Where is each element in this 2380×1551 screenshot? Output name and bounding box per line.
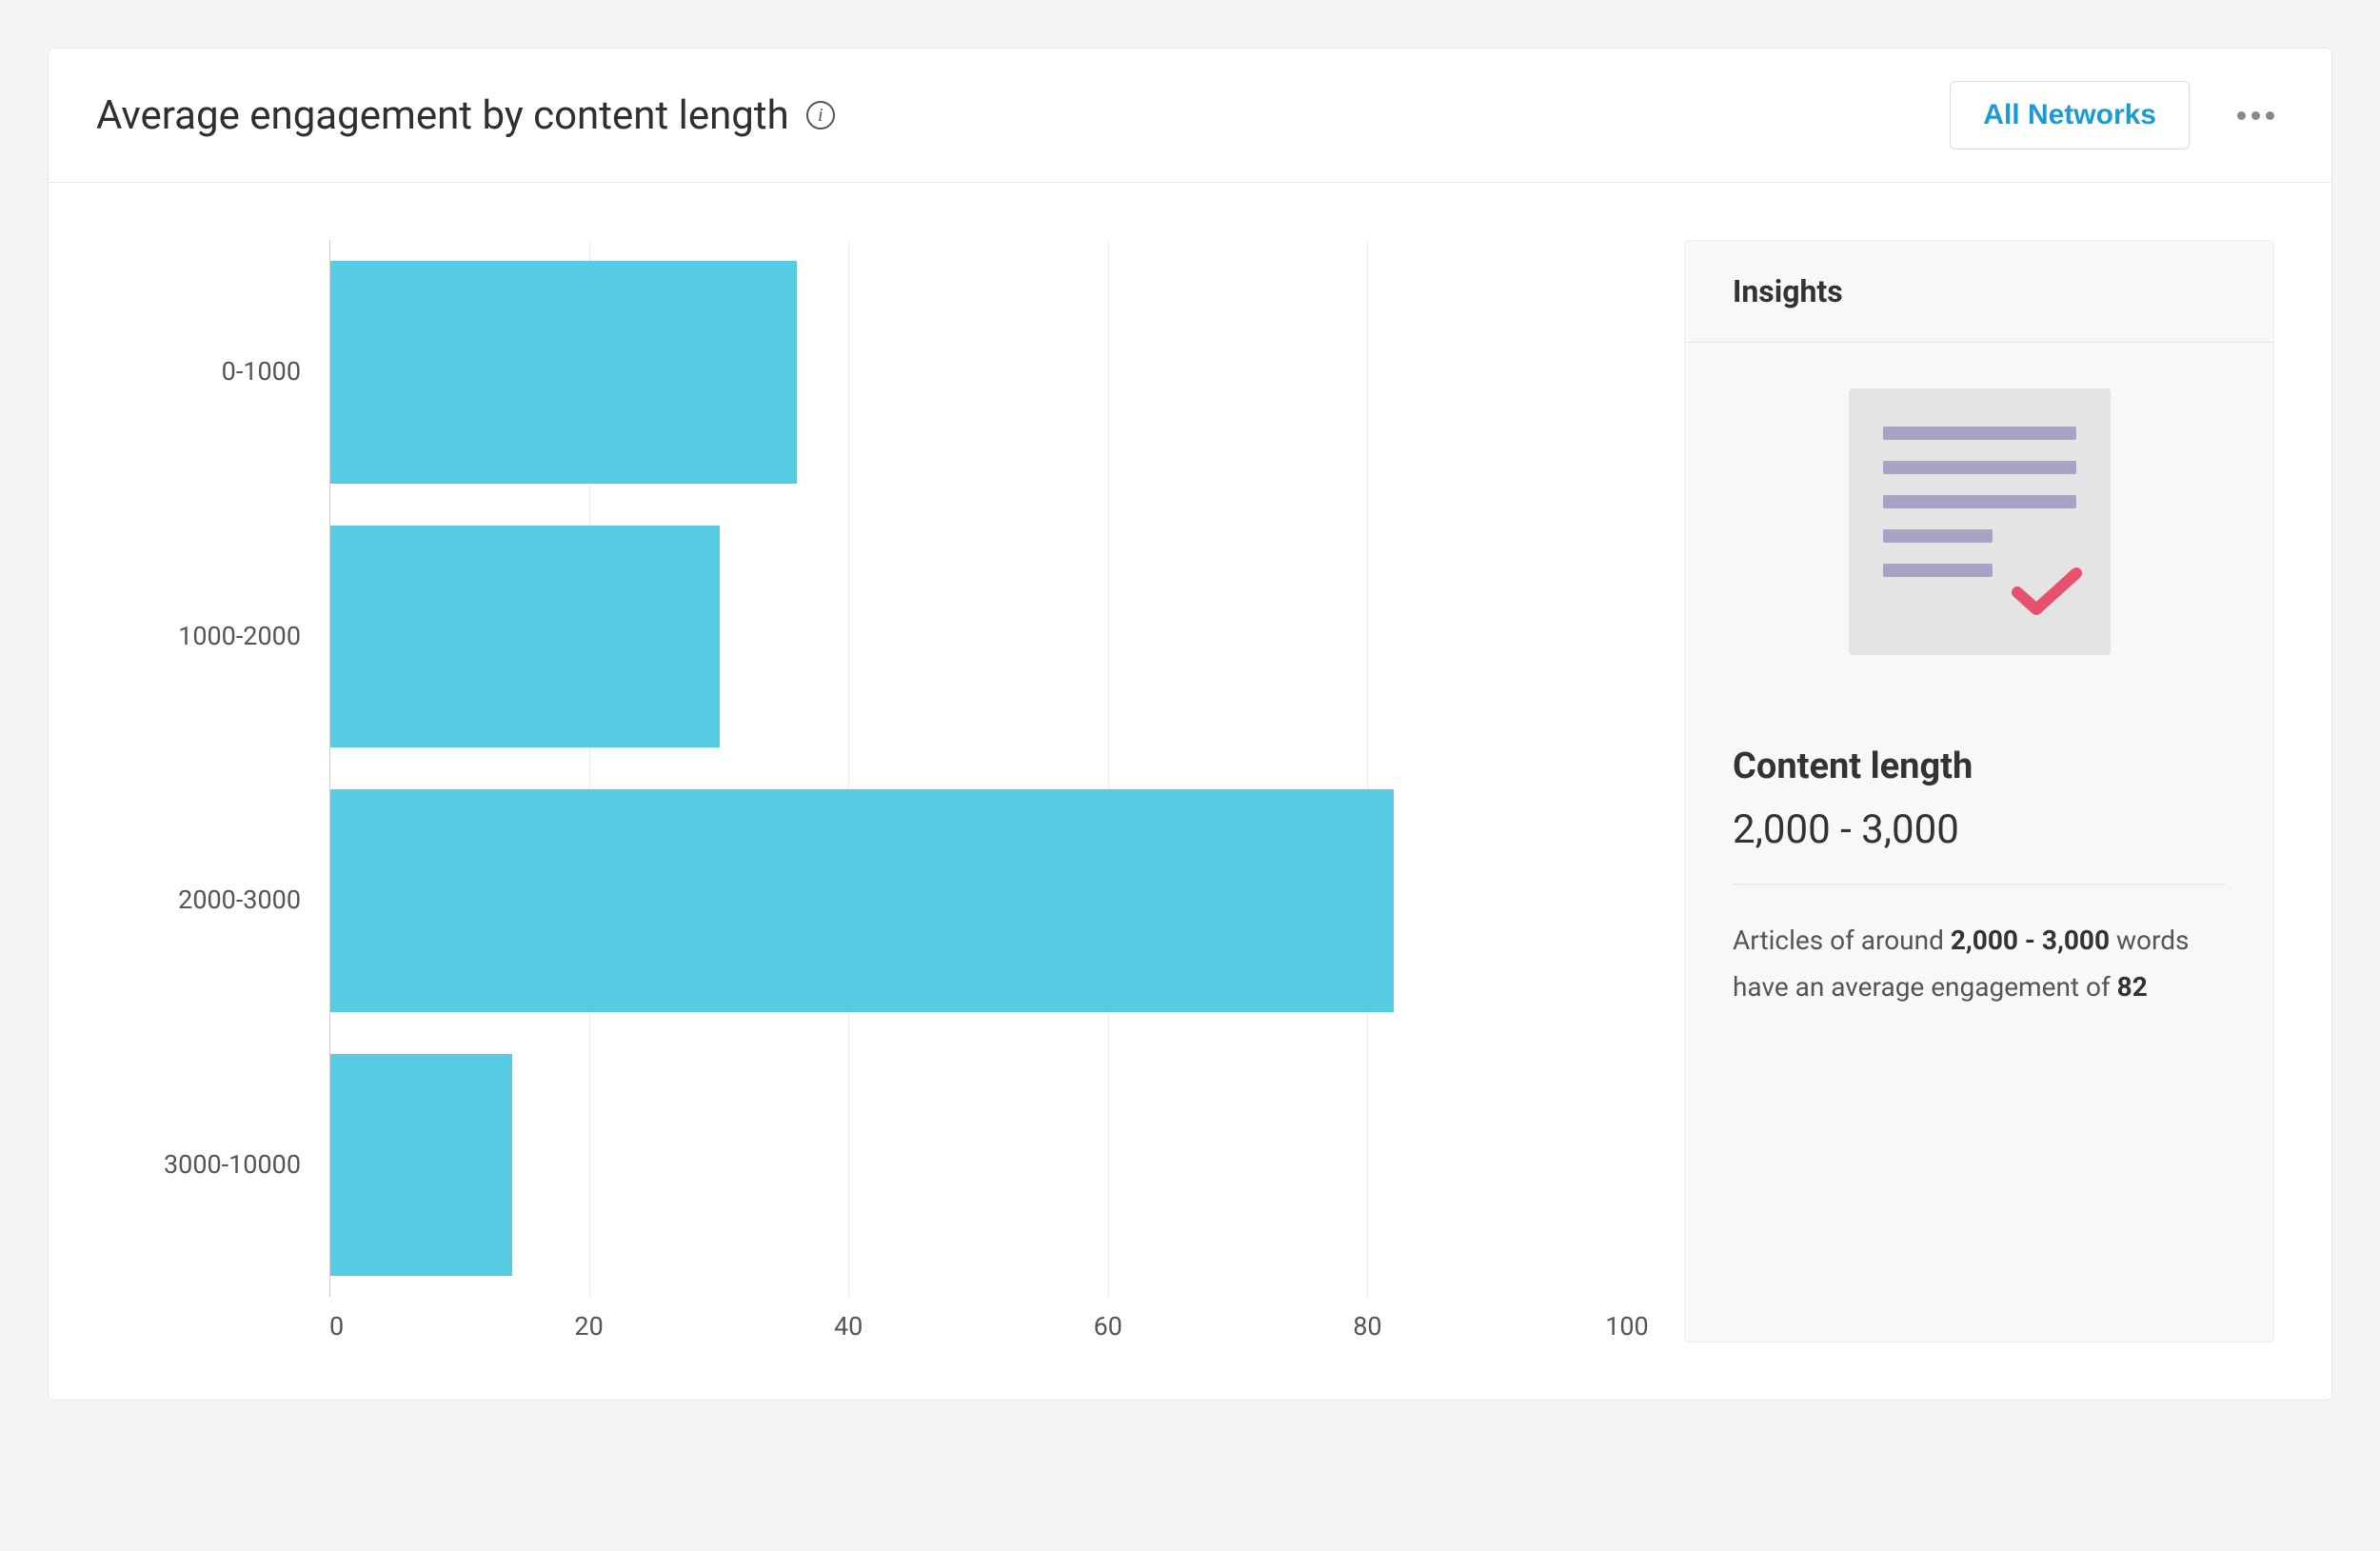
document-check-icon [1849,388,2111,655]
insights-description: Articles of around 2,000 - 3,000 words h… [1733,917,2226,1010]
chart-bar[interactable] [330,526,720,748]
chart-bar-row [330,1033,1627,1298]
x-axis-tick: 60 [1094,1314,1122,1340]
x-axis-tick: 20 [574,1314,603,1340]
chart-bar-row [330,505,1627,769]
bar-chart: 0-1000 1000-2000 2000-3000 3000-10000 [106,240,1627,1297]
engagement-card: Average engagement by content length i A… [48,48,2332,1401]
chart-bar[interactable] [330,1054,512,1277]
more-options-icon[interactable] [2228,102,2284,129]
chart-panel: 0-1000 1000-2000 2000-3000 3000-10000 [106,240,1627,1342]
chart-y-axis: 0-1000 1000-2000 2000-3000 3000-10000 [106,240,329,1297]
chart-plot-area [329,240,1627,1297]
y-axis-label: 3000-10000 [106,1033,301,1298]
card-header: Average engagement by content length i A… [49,49,2331,183]
y-axis-label: 2000-3000 [106,768,301,1033]
card-title: Average engagement by content length [96,92,789,139]
x-axis-tick: 40 [834,1314,863,1340]
insights-panel: Insights Content length 2,000 - 3,000 [1684,240,2274,1342]
y-axis-label: 0-1000 [106,240,301,505]
check-icon [2012,566,2082,617]
card-body: 0-1000 1000-2000 2000-3000 3000-10000 [49,183,2331,1400]
chart-bar-row [330,768,1627,1033]
y-axis-label: 1000-2000 [106,505,301,769]
header-actions: All Networks [1950,81,2284,149]
x-axis-tick: 100 [1605,1314,1649,1340]
network-filter-dropdown[interactable]: All Networks [1950,81,2190,149]
chart-bar[interactable] [330,789,1394,1012]
chart-bar[interactable] [330,261,797,484]
chart-bars [330,240,1627,1297]
insights-metric-value: 2,000 - 3,000 [1733,806,2226,853]
info-icon[interactable]: i [806,101,835,129]
divider [1733,884,2226,885]
card-title-wrap: Average engagement by content length i [96,92,835,139]
chart-bar-row [330,240,1627,505]
insights-header: Insights [1685,241,2273,343]
x-axis-tick: 80 [1353,1314,1381,1340]
insights-metric-label: Content length [1733,746,2226,787]
